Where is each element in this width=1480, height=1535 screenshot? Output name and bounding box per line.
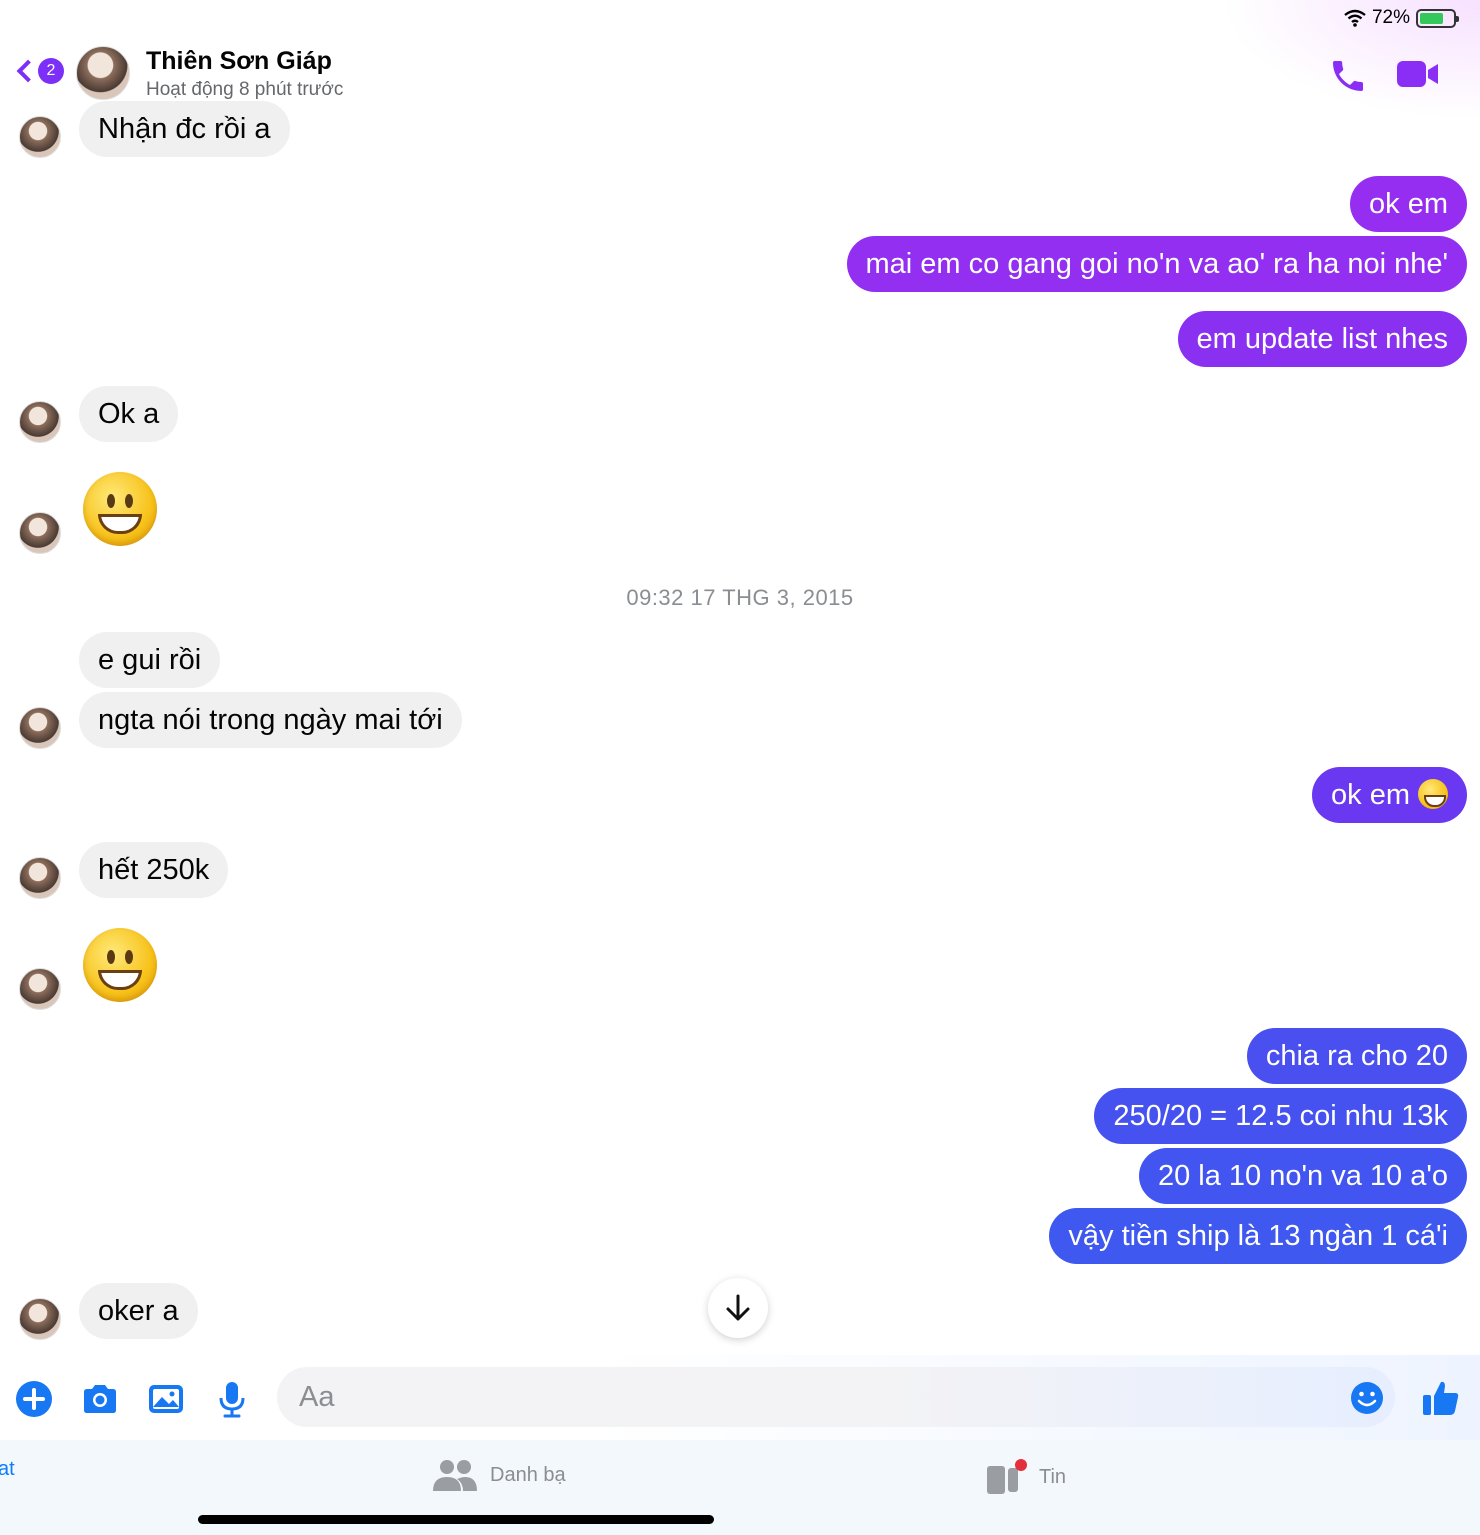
message-bubble-outgoing[interactable]: ok em xyxy=(1312,767,1467,823)
tab-chats[interactable]: at xyxy=(0,1458,15,1481)
sender-avatar xyxy=(19,116,61,158)
home-indicator xyxy=(198,1515,714,1524)
sender-avatar xyxy=(19,401,61,443)
tab-contacts-label: Danh bạ xyxy=(490,1463,566,1486)
sender-avatar xyxy=(19,1298,61,1340)
tab-stories[interactable]: Tin xyxy=(985,1458,1066,1496)
message-input-container xyxy=(277,1367,1395,1427)
message-text: ok em xyxy=(1331,779,1410,811)
message-bubble-outgoing[interactable]: mai em co gang goi no'n va ao' ra ha noi… xyxy=(846,236,1467,292)
video-call-icon[interactable] xyxy=(1396,58,1440,90)
unread-badge: 2 xyxy=(38,58,64,84)
battery-icon xyxy=(1416,8,1459,28)
people-icon xyxy=(433,1460,477,1491)
message-bubble-outgoing[interactable]: ok em xyxy=(1350,176,1467,232)
message-bubble-incoming[interactable]: ngta nói trong ngày mai tới xyxy=(79,692,462,748)
conversation-header: 2 Thiên Sơn Giáp Hoạt động 8 phút trước xyxy=(0,40,1480,110)
message-input[interactable] xyxy=(299,1367,1299,1427)
message-bubble-incoming[interactable]: oker a xyxy=(79,1283,198,1339)
sender-avatar xyxy=(19,857,61,899)
chevron-left-icon xyxy=(16,59,40,83)
grinning-face-emoji-icon[interactable] xyxy=(83,928,157,1002)
sender-avatar xyxy=(19,512,61,554)
sender-avatar xyxy=(19,707,61,749)
message-composer xyxy=(0,1355,1480,1440)
timestamp-divider: 09:32 17 THG 3, 2015 xyxy=(626,585,854,610)
plus-circle-icon[interactable] xyxy=(14,1379,54,1419)
wifi-icon xyxy=(1344,9,1366,27)
contact-avatar[interactable] xyxy=(76,46,130,100)
message-bubble-incoming[interactable]: Ok a xyxy=(79,386,179,442)
message-bubble-outgoing[interactable]: chia ra cho 20 xyxy=(1246,1028,1467,1084)
message-bubble-outgoing[interactable]: vậy tiền ship là 13 ngàn 1 cá'i xyxy=(1049,1208,1467,1264)
scroll-to-bottom-button[interactable] xyxy=(708,1278,768,1338)
tab-contacts[interactable]: Danh bạ xyxy=(432,1458,566,1492)
back-button[interactable]: 2 xyxy=(14,58,64,84)
sender-avatar xyxy=(19,968,61,1010)
grinning-face-emoji-icon[interactable] xyxy=(83,472,157,546)
status-bar: 72% xyxy=(1344,6,1459,30)
thumbs-up-icon[interactable] xyxy=(1420,1377,1462,1419)
arrow-down-icon xyxy=(726,1294,750,1321)
stories-icon xyxy=(987,1459,1027,1494)
emoji-icon[interactable] xyxy=(1349,1380,1385,1416)
message-bubble-outgoing[interactable]: em update list nhes xyxy=(1177,311,1467,367)
battery-percent: 72% xyxy=(1371,7,1410,28)
camera-icon[interactable] xyxy=(80,1379,120,1419)
contact-name[interactable]: Thiên Sơn Giáp xyxy=(146,47,332,76)
message-bubble-incoming[interactable]: e gui rồi xyxy=(79,632,221,688)
message-bubble-incoming[interactable]: Nhận đc rồi a xyxy=(79,101,290,157)
phone-icon[interactable] xyxy=(1328,56,1368,96)
contact-status: Hoạt động 8 phút trước xyxy=(146,79,344,100)
gallery-icon[interactable] xyxy=(146,1379,186,1419)
message-bubble-incoming[interactable]: hết 250k xyxy=(79,842,229,898)
grinning-face-emoji-icon xyxy=(1418,779,1448,809)
microphone-icon[interactable] xyxy=(212,1379,252,1419)
message-bubble-outgoing[interactable]: 20 la 10 no'n va 10 a'o xyxy=(1138,1148,1467,1204)
battery-fill xyxy=(1420,12,1444,24)
message-bubble-outgoing[interactable]: 250/20 = 12.5 coi nhu 13k xyxy=(1094,1088,1467,1144)
tab-stories-label: Tin xyxy=(1039,1465,1067,1488)
tab-chats-label: at xyxy=(0,1458,15,1480)
